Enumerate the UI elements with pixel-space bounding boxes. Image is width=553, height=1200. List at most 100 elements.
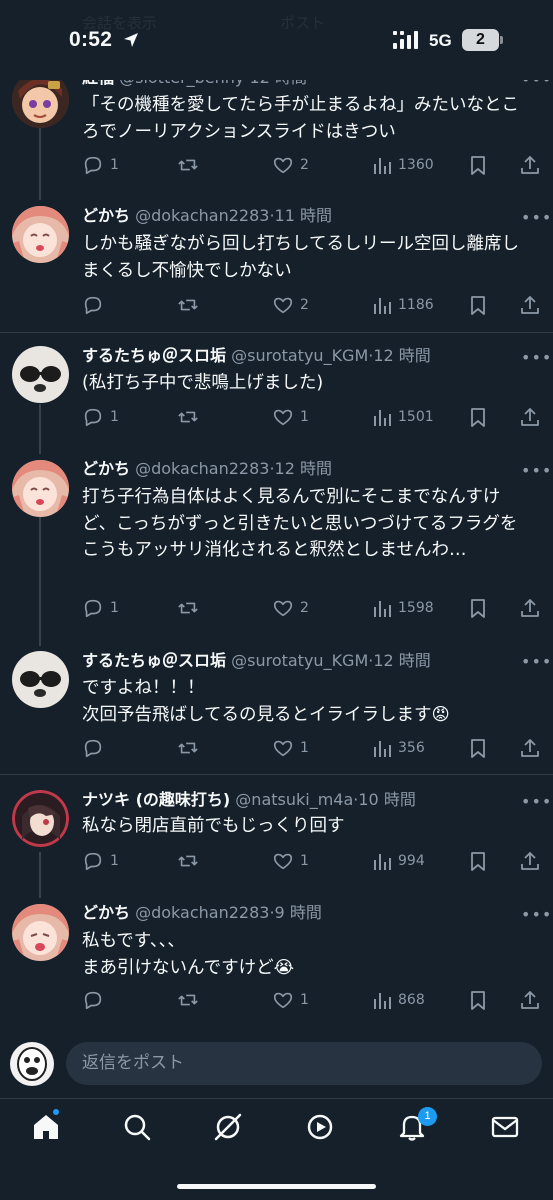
avatar[interactable]	[12, 346, 69, 403]
bookmark-icon	[468, 737, 488, 759]
battery-icon: 2	[462, 29, 499, 51]
share-button[interactable]	[519, 737, 541, 759]
avatar[interactable]	[12, 790, 69, 847]
tweet-header: ナツキ (の趣味打ち) @natsuki_m4a·10 時間	[82, 790, 416, 809]
bookmark-button[interactable]	[468, 597, 488, 619]
more-options-icon[interactable]: •••	[521, 348, 552, 367]
retweet-button[interactable]	[176, 294, 206, 316]
heart-icon	[272, 597, 294, 619]
bookmark-button[interactable]	[468, 294, 488, 316]
display-name[interactable]: どかち	[82, 459, 130, 478]
handle[interactable]: @dokachan2283	[135, 459, 269, 478]
retweet-button[interactable]	[176, 154, 206, 176]
handle[interactable]: @dokachan2283	[135, 903, 269, 922]
bookmark-button[interactable]	[468, 989, 488, 1011]
reply-button[interactable]: 1	[82, 154, 119, 176]
search-icon[interactable]	[121, 1111, 153, 1143]
views-button[interactable]: 1186	[372, 294, 434, 316]
like-count: 1	[300, 409, 309, 425]
display-name[interactable]: するたちゅ＠スロ垢	[82, 651, 226, 670]
retweet-button[interactable]	[176, 850, 206, 872]
avatar[interactable]	[12, 460, 69, 517]
views-button[interactable]: 356	[372, 737, 425, 759]
more-options-icon[interactable]: •••	[521, 652, 552, 671]
more-options-icon[interactable]: •••	[521, 792, 552, 811]
battery-cap	[500, 36, 503, 44]
bookmark-icon	[468, 597, 488, 619]
more-options-icon[interactable]: •••	[521, 208, 552, 227]
more-options-icon[interactable]: •••	[521, 461, 552, 480]
retweet-button[interactable]	[176, 597, 206, 619]
timestamp[interactable]: 9 時間	[275, 903, 322, 922]
share-icon	[519, 154, 541, 176]
retweet-button[interactable]	[176, 406, 206, 428]
like-button[interactable]: 1	[272, 850, 309, 872]
share-button[interactable]	[519, 154, 541, 176]
like-button[interactable]: 2	[272, 294, 309, 316]
reply-button[interactable]	[82, 294, 110, 316]
views-button[interactable]: 994	[372, 850, 425, 872]
tweet-actions: 1 868	[82, 989, 542, 1011]
bookmark-button[interactable]	[468, 406, 488, 428]
video-icon[interactable]	[304, 1111, 336, 1143]
reply-button[interactable]	[82, 737, 110, 759]
views-button[interactable]: 868	[372, 989, 425, 1011]
views-button[interactable]: 1360	[372, 154, 434, 176]
display-name[interactable]: どかち	[82, 903, 130, 922]
timestamp[interactable]: 12 時間	[275, 459, 332, 478]
like-button[interactable]: 1	[272, 989, 309, 1011]
display-name[interactable]: どかち	[82, 206, 130, 225]
views-button[interactable]: 1598	[372, 597, 434, 619]
my-avatar[interactable]	[10, 1042, 54, 1086]
retweet-button[interactable]	[176, 989, 206, 1011]
view-count: 1501	[398, 409, 434, 425]
reply-input[interactable]: 返信をポスト	[66, 1042, 542, 1085]
like-button[interactable]: 2	[272, 597, 309, 619]
reply-button[interactable]	[82, 989, 110, 1011]
bookmark-button[interactable]	[468, 154, 488, 176]
views-chart-icon	[372, 294, 392, 316]
avatar[interactable]	[12, 904, 69, 961]
timestamp[interactable]: 12 時間	[373, 346, 430, 365]
mail-icon[interactable]	[489, 1111, 521, 1143]
like-count: 1	[300, 992, 309, 1008]
share-icon	[519, 294, 541, 316]
share-button[interactable]	[519, 850, 541, 872]
bookmark-button[interactable]	[468, 850, 488, 872]
bookmark-button[interactable]	[468, 737, 488, 759]
handle[interactable]: @surotatyu_KGM	[231, 346, 368, 365]
heart-icon	[272, 737, 294, 759]
timestamp[interactable]: 12 時間	[373, 651, 430, 670]
home-icon[interactable]	[30, 1111, 62, 1143]
handle[interactable]: @natsuki_m4a	[235, 790, 353, 809]
avatar[interactable]	[12, 206, 69, 263]
views-chart-icon	[372, 737, 392, 759]
grok-icon[interactable]	[212, 1111, 244, 1143]
share-button[interactable]	[519, 597, 541, 619]
like-button[interactable]: 1	[272, 406, 309, 428]
retweet-icon	[176, 737, 200, 759]
share-button[interactable]	[519, 294, 541, 316]
reply-button[interactable]: 1	[82, 597, 119, 619]
handle[interactable]: @dokachan2283	[135, 206, 269, 225]
timestamp[interactable]: 10 時間	[358, 790, 415, 809]
share-button[interactable]	[519, 406, 541, 428]
tweet-text: 打ち子行為自体はよく見るんで別にそこまでなんすけど、こっちがずっと引きたいと思い…	[82, 487, 518, 560]
handle[interactable]: @surotatyu_KGM	[231, 651, 368, 670]
views-button[interactable]: 1501	[372, 406, 434, 428]
reply-button[interactable]: 1	[82, 850, 119, 872]
display-name[interactable]: ナツキ (の趣味打ち)	[82, 790, 230, 809]
retweet-button[interactable]	[176, 737, 206, 759]
reply-icon	[82, 154, 104, 176]
like-button[interactable]: 1	[272, 737, 309, 759]
reply-button[interactable]: 1	[82, 406, 119, 428]
more-options-icon[interactable]: •••	[521, 905, 552, 924]
tweet-actions: 1 1 994	[82, 850, 542, 872]
avatar[interactable]	[12, 651, 69, 708]
display-name[interactable]: するたちゅ＠スロ垢	[82, 346, 226, 365]
like-button[interactable]: 2	[272, 154, 309, 176]
timestamp[interactable]: 11 時間	[275, 206, 332, 225]
home-indicator[interactable]	[177, 1184, 376, 1189]
share-button[interactable]	[519, 989, 541, 1011]
thread-line	[39, 128, 41, 200]
